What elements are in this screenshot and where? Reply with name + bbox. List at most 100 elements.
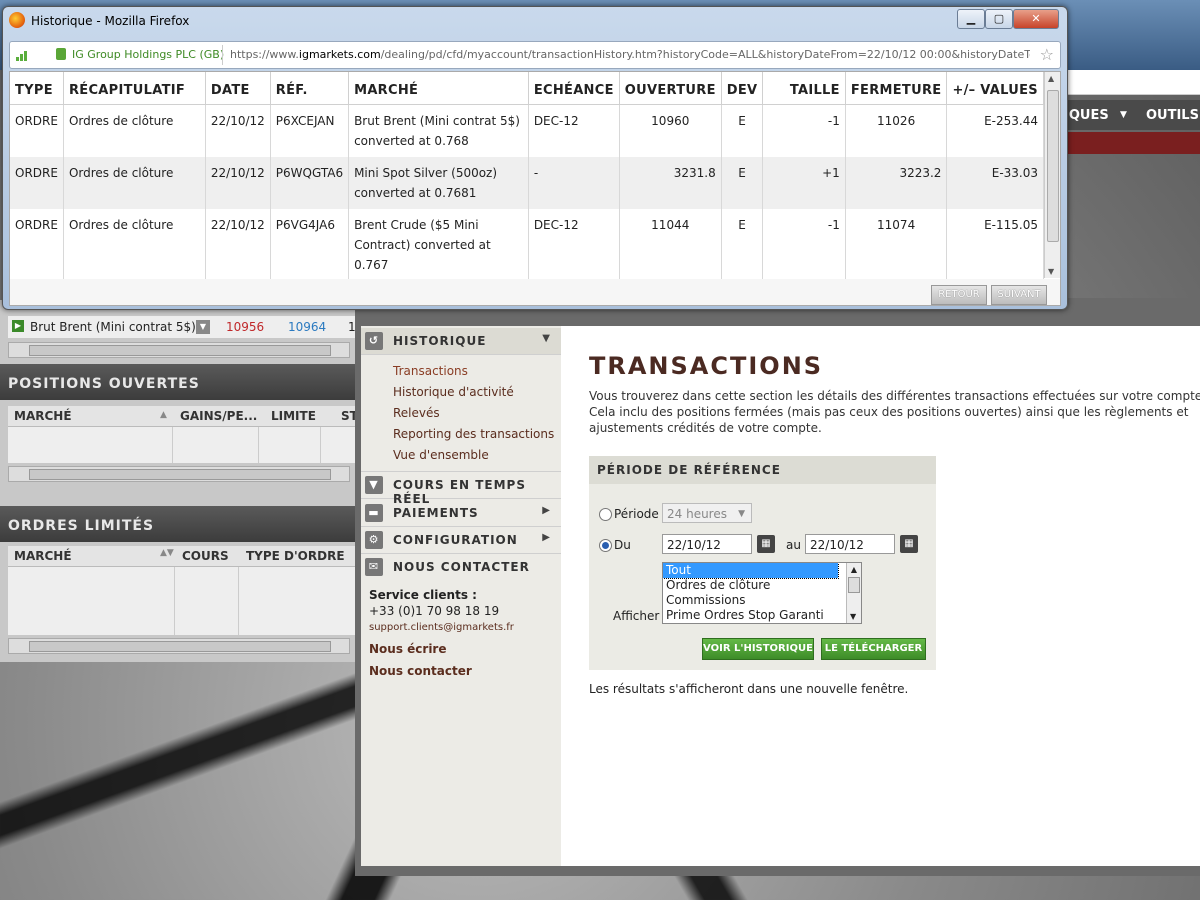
chevron-right-icon: ▶ xyxy=(542,505,551,516)
orders-header: ORDRES LIMITÉS xyxy=(0,506,360,542)
popup-url-bar[interactable]: IG Group Holdings PLC (GB) https://www.i… xyxy=(9,41,1061,69)
positions-title: POSITIONS OUVERTES xyxy=(8,376,200,392)
table-row[interactable]: ORDRE Ordres de clôture 22/10/12 P6WQGTA… xyxy=(10,157,1044,209)
au-label: au xyxy=(786,538,801,552)
sidebar-link-transactions[interactable]: Transactions xyxy=(393,364,468,378)
minimize-button[interactable]: ▁ xyxy=(957,9,985,29)
next-button[interactable]: SUIVANT xyxy=(991,285,1047,305)
lock-icon xyxy=(56,48,66,60)
list-item[interactable]: Tout xyxy=(663,563,839,579)
watchlist-scrollbar[interactable] xyxy=(8,342,350,358)
date-from-input[interactable]: 22/10/12 xyxy=(662,534,752,554)
sidebar-item-historique[interactable]: ↺ HISTORIQUE ▼ xyxy=(361,328,561,355)
col-values[interactable]: +/– VALUES xyxy=(946,72,1044,105)
dropdown-icon[interactable]: ▼ xyxy=(196,320,210,334)
view-history-button[interactable]: VOIR L'HISTORIQUE xyxy=(702,638,814,660)
radio-du[interactable] xyxy=(599,539,612,552)
col-ouverture[interactable]: OUVERTURE xyxy=(619,72,722,105)
nav-item-outils[interactable]: OUTILS xyxy=(1146,108,1199,123)
left-widgets-panel: ▶ Brut Brent (Mini contrat 5$) ▼ 10956 1… xyxy=(0,300,360,662)
list-item[interactable]: Prime Ordres Stop Garanti xyxy=(663,608,861,623)
col-marche[interactable]: MARCHÉ xyxy=(14,549,72,563)
radio-periode[interactable] xyxy=(599,508,612,521)
transactions-content: TRANSACTIONS Vous trouverez dans cette s… xyxy=(561,326,1200,866)
orders-scrollbar[interactable] xyxy=(8,638,350,654)
date-to-input[interactable]: 22/10/12 xyxy=(805,534,895,554)
sidebar-item-paiements[interactable]: ▬ PAIEMENTS ▶ xyxy=(361,500,561,527)
table-vertical-scrollbar[interactable]: ▲ ▼ xyxy=(1044,72,1060,278)
sidebar-item-configuration[interactable]: ⚙ CONFIGURATION ▶ xyxy=(361,527,561,554)
background-nav-bar: IQUES ▼ OUTILS xyxy=(1064,100,1200,130)
cell-echeance: DEC-12 xyxy=(528,104,620,157)
cell-taille: -1 xyxy=(762,104,846,157)
positions-scrollbar[interactable] xyxy=(8,466,350,482)
table-row[interactable]: ORDRE Ordres de clôture 22/10/12 P6VG4JA… xyxy=(10,209,1044,280)
calendar-icon[interactable]: ▦ xyxy=(757,535,775,553)
buy-price[interactable]: 10964 xyxy=(288,320,326,334)
chevron-down-icon: ▼ xyxy=(738,509,745,519)
background-red-strip xyxy=(1064,132,1200,154)
col-marche[interactable]: MARCHÉ xyxy=(14,409,72,423)
col-echeance[interactable]: ECHÉANCE xyxy=(528,72,620,105)
cell-values: E-253.44 xyxy=(946,104,1044,157)
sort-icon: ▲ xyxy=(160,410,167,420)
sidebar-link-releves[interactable]: Relevés xyxy=(393,406,440,420)
sidebar-item-cours[interactable]: ▼ COURS EN TEMPS RÉEL xyxy=(361,471,561,506)
sidebar-link-vue-ensemble[interactable]: Vue d'ensemble xyxy=(393,448,489,462)
sidebar-item-contact[interactable]: ✉ NOUS CONTACTER xyxy=(361,554,561,580)
nav-item-iques[interactable]: IQUES xyxy=(1064,108,1109,123)
period-panel: PÉRIODE DE RÉFÉRENCE Période 24 heures ▼… xyxy=(589,456,936,670)
col-ref[interactable]: RÉF. xyxy=(270,72,350,105)
col-taille[interactable]: TAILLE xyxy=(762,72,846,105)
table-row[interactable]: ORDRE Ordres de clôture 22/10/12 P6XCEJA… xyxy=(10,104,1044,157)
watchlist-market: Brut Brent (Mini contrat 5$) xyxy=(30,320,196,334)
list-item[interactable]: Ordres de clôture xyxy=(663,578,861,593)
cell-recap: Ordres de clôture xyxy=(63,157,206,209)
payment-icon: ▬ xyxy=(365,504,383,522)
cell-dev: E xyxy=(721,209,764,280)
site-identity[interactable]: IG Group Holdings PLC (GB) xyxy=(72,48,224,61)
cell-ref: P6VG4JA6 xyxy=(270,209,350,280)
page-intro: Vous trouverez dans cette section les dé… xyxy=(589,389,1200,435)
cell-fermeture: 11074 xyxy=(845,209,948,280)
scroll-up-icon[interactable]: ▲ xyxy=(1048,74,1054,83)
afficher-listbox[interactable]: Tout Ordres de clôture Commissions Prime… xyxy=(662,562,862,624)
listbox-scrollbar[interactable]: ▲ ▼ xyxy=(846,563,861,623)
cell-date: 22/10/12 xyxy=(205,104,271,157)
periode-select[interactable]: 24 heures ▼ xyxy=(662,503,752,523)
col-type-ordre[interactable]: TYPE D'ORDRE xyxy=(246,549,345,563)
link-nous-ecrire[interactable]: Nous écrire xyxy=(369,642,447,656)
sidebar-link-activite[interactable]: Historique d'activité xyxy=(393,385,514,399)
link-nous-contacter[interactable]: Nous contacter xyxy=(369,664,472,678)
maximize-button[interactable]: ▢ xyxy=(985,9,1013,29)
scroll-down-icon[interactable]: ▼ xyxy=(1048,267,1054,276)
download-button[interactable]: LE TÉLÉCHARGER xyxy=(821,638,926,660)
col-recapitulatif[interactable]: RÉCAPITULATIF xyxy=(63,72,206,105)
col-dev[interactable]: DEV xyxy=(721,72,764,105)
list-item[interactable]: Commissions xyxy=(663,593,861,608)
service-email[interactable]: support.clients@igmarkets.fr xyxy=(369,622,514,633)
sell-price[interactable]: 10956 xyxy=(226,320,264,334)
popup-titlebar[interactable]: Historique - Mozilla Firefox ▁ ▢ ✕ xyxy=(3,7,1067,35)
cell-fermeture: 11026 xyxy=(845,104,948,157)
bookmark-star-icon[interactable]: ☆ xyxy=(1040,45,1054,64)
col-limite[interactable]: LIMITE xyxy=(271,409,316,423)
col-date[interactable]: DATE xyxy=(205,72,271,105)
cell-dev: E xyxy=(721,104,764,157)
back-button[interactable]: RETOUR xyxy=(931,285,987,305)
col-cours[interactable]: COURS xyxy=(182,549,229,563)
url-text[interactable]: https://www.igmarkets.com/dealing/pd/cfd… xyxy=(230,48,1030,61)
chevron-down-icon: ▼ xyxy=(542,333,551,344)
calendar-icon[interactable]: ▦ xyxy=(900,535,918,553)
watchlist-row[interactable]: ▶ Brut Brent (Mini contrat 5$) ▼ 10956 1… xyxy=(8,316,358,338)
sidebar-link-reporting[interactable]: Reporting des transactions xyxy=(393,427,554,441)
col-fermeture[interactable]: FERMETURE xyxy=(845,72,948,105)
col-type[interactable]: TYPE xyxy=(10,72,64,105)
account-inner: ↺ HISTORIQUE ▼ Transactions Historique d… xyxy=(361,326,1200,866)
transactions-table-panel: TYPE RÉCAPITULATIF DATE RÉF. MARCHÉ ECHÉ… xyxy=(9,71,1061,281)
orders-grid-header: MARCHÉ ▲▼ COURS TYPE D'ORDRE xyxy=(8,546,358,567)
positions-header: POSITIONS OUVERTES xyxy=(0,364,360,400)
close-button[interactable]: ✕ xyxy=(1013,9,1059,29)
col-gains[interactable]: GAINS/PE... xyxy=(180,409,257,423)
col-marche[interactable]: MARCHÉ xyxy=(348,72,529,105)
